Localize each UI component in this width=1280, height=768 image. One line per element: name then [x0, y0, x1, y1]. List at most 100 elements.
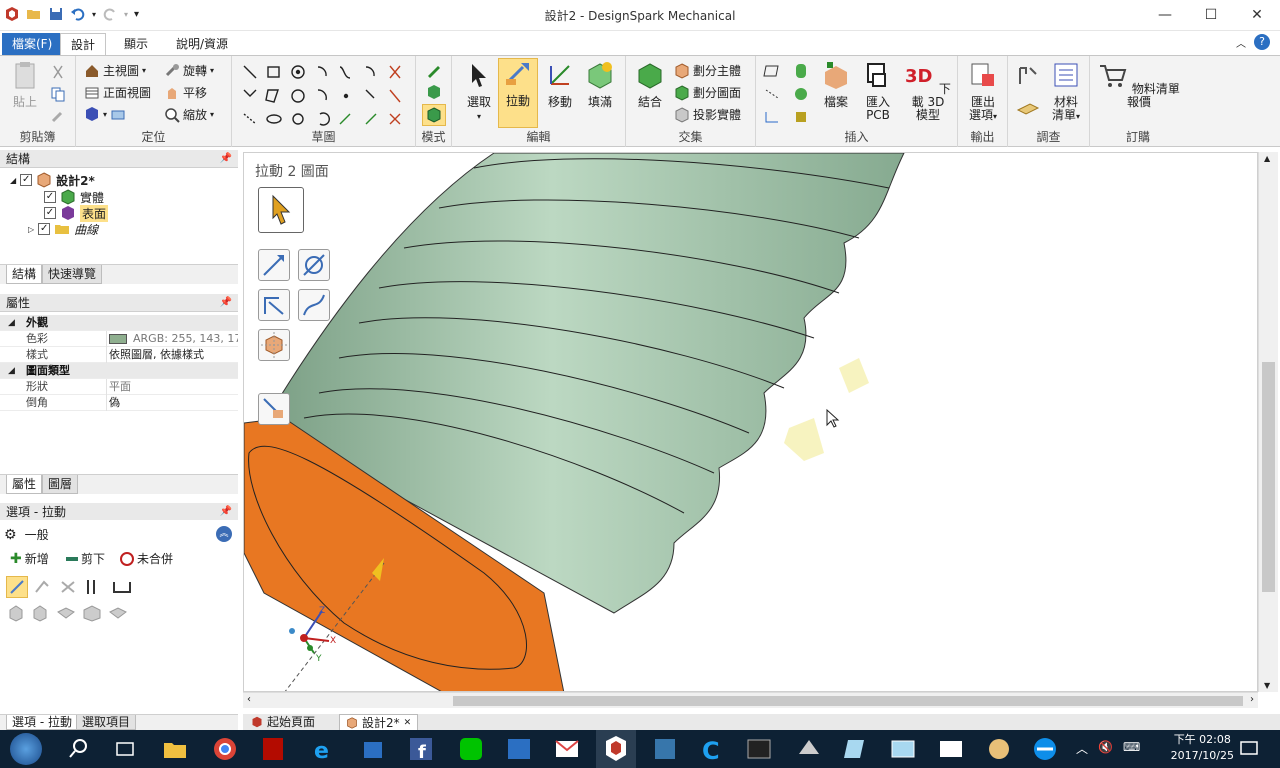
tree-item-solid[interactable]: ✓ 實體: [44, 189, 104, 205]
property-row-shape[interactable]: 形狀 平面: [0, 379, 238, 395]
property-row-chamfer[interactable]: 倒角 偽: [0, 395, 238, 411]
store-icon[interactable]: [358, 734, 388, 764]
vertical-scroll-thumb[interactable]: [1262, 362, 1275, 592]
tree-checkbox[interactable]: ✓: [44, 207, 56, 219]
tab-options-pull[interactable]: 選項 - 拉動: [6, 715, 78, 730]
cortana-c-icon[interactable]: C: [698, 734, 728, 764]
tree-checkbox[interactable]: ✓: [44, 191, 56, 203]
screen-app-icon[interactable]: [888, 734, 918, 764]
pivot-tool-button[interactable]: [298, 249, 330, 281]
collapse-icon[interactable]: ◢: [10, 176, 16, 185]
close-tab-icon[interactable]: ✕: [404, 715, 412, 731]
pin-icon[interactable]: 📌: [220, 294, 232, 312]
3d-viewport[interactable]: Z X Y 拉動 2 圖面: [243, 152, 1258, 692]
no-merge-option[interactable]: 未合併: [120, 550, 173, 567]
property-row-color[interactable]: 色彩 ARGB: 255, 143, 175: [0, 331, 238, 347]
collapse-section-icon[interactable]: ︽: [216, 526, 232, 542]
tab-help[interactable]: 說明/資源: [166, 33, 238, 55]
property-section[interactable]: ◢ 外觀: [0, 315, 238, 331]
display-cube-icon[interactable]: [84, 106, 100, 122]
add-option[interactable]: ✚ 新增: [10, 550, 49, 567]
bill-of-materials-button[interactable]: 材料 清單▾: [1046, 60, 1086, 128]
pull-option-icons[interactable]: [34, 578, 134, 596]
property-row-style[interactable]: 樣式 依照圖層, 依據樣式: [0, 347, 238, 363]
move-button[interactable]: 移動: [540, 60, 580, 128]
insert-shape-tools[interactable]: [762, 62, 814, 128]
python-icon[interactable]: [650, 734, 680, 764]
project-button[interactable]: 投影實體: [674, 106, 741, 123]
properties-icon[interactable]: [1016, 94, 1040, 118]
insert-file-button[interactable]: 檔案: [818, 60, 854, 128]
color-swatch[interactable]: [109, 334, 127, 344]
sweep-tool-button[interactable]: [298, 289, 330, 321]
tool-app-icon[interactable]: [794, 734, 824, 764]
close-button[interactable]: ✕: [1234, 0, 1280, 30]
snap-view-icon[interactable]: [110, 106, 126, 122]
tab-quick-nav[interactable]: 快速導覽: [42, 265, 103, 284]
pull-button[interactable]: 拉動: [498, 58, 538, 128]
scroll-right-icon[interactable]: ›: [1250, 694, 1254, 705]
horizontal-scroll-thumb[interactable]: [453, 696, 1243, 706]
copy-icon[interactable]: [50, 86, 66, 102]
calendar-icon[interactable]: [504, 734, 534, 764]
sketch-tools[interactable]: [240, 62, 410, 128]
video-app-icon[interactable]: [936, 734, 966, 764]
select-button[interactable]: 選取 ▾: [458, 60, 500, 128]
export-options-button[interactable]: 匯出 選項▾: [962, 60, 1004, 128]
tab-structure[interactable]: 結構: [6, 265, 43, 284]
sketch-mode-icon[interactable]: [426, 62, 442, 78]
doc-tab-start-page[interactable]: 起始頁面: [245, 714, 321, 730]
tree-checkbox[interactable]: ✓: [20, 174, 33, 186]
pin-icon[interactable]: 📌: [220, 503, 232, 521]
tree-checkbox[interactable]: ✓: [38, 223, 51, 235]
revolve-tool-button[interactable]: [258, 289, 290, 321]
tab-layers[interactable]: 圖層: [42, 475, 79, 494]
tab-display[interactable]: 顯示: [114, 33, 158, 55]
pan-button[interactable]: 平移: [164, 84, 207, 101]
scroll-left-icon[interactable]: ‹: [247, 694, 251, 705]
tab-design[interactable]: 設計: [60, 33, 107, 56]
paste-button[interactable]: 貼上: [6, 60, 44, 112]
line-icon[interactable]: [456, 734, 486, 764]
fill-button[interactable]: 填滿: [580, 60, 620, 128]
import-pcb-button[interactable]: 匯入 PCB: [858, 60, 898, 128]
maximize-button[interactable]: ☐: [1188, 0, 1234, 30]
direction-tool-button[interactable]: [258, 249, 290, 281]
tab-selection[interactable]: 選取項目: [76, 715, 137, 730]
designspark-taskbar-button[interactable]: [596, 730, 636, 768]
tab-file[interactable]: 檔案(F): [2, 33, 63, 55]
task-view-icon[interactable]: [110, 734, 140, 764]
paint-app-icon[interactable]: [984, 734, 1014, 764]
collapse-ribbon-icon[interactable]: ︿: [1236, 35, 1246, 50]
pull-direction-option[interactable]: [6, 576, 28, 598]
minimize-button[interactable]: —: [1142, 0, 1188, 30]
search-icon[interactable]: [64, 734, 94, 764]
scroll-up-icon[interactable]: ▲: [1264, 154, 1270, 163]
facebook-icon[interactable]: f: [406, 734, 436, 764]
keyboard-icon[interactable]: ⌨: [1123, 740, 1140, 757]
taskbar-clock[interactable]: 下午 02:08 2017/10/25: [1171, 732, 1234, 764]
horizontal-scrollbar[interactable]: ‹ ›: [243, 692, 1258, 708]
download-3d-model-button[interactable]: 3D 下載 3D 模型: [902, 60, 954, 128]
up-to-tool-button[interactable]: [258, 393, 290, 425]
rotate-button[interactable]: 旋轉 ▾: [164, 62, 214, 79]
measure-icon[interactable]: [1016, 64, 1040, 88]
tree-root[interactable]: ◢ ✓ 設計2*: [10, 172, 95, 188]
format-painter-icon[interactable]: [50, 108, 66, 124]
scroll-down-icon[interactable]: ▼: [1264, 681, 1270, 690]
start-icon[interactable]: [10, 733, 42, 765]
internet-explorer-icon[interactable]: e: [308, 734, 338, 764]
teamviewer-icon[interactable]: [1030, 734, 1060, 764]
gmail-icon[interactable]: [552, 734, 582, 764]
model-canvas[interactable]: Z X Y: [244, 153, 1258, 692]
pin-icon[interactable]: 📌: [220, 150, 232, 168]
notes-app-icon[interactable]: [840, 734, 870, 764]
acrobat-icon[interactable]: [258, 734, 288, 764]
split-body-button[interactable]: 劃分主體: [674, 62, 741, 79]
home-view-button[interactable]: 主視圖 ▾: [84, 62, 146, 79]
help-icon[interactable]: ?: [1254, 34, 1270, 50]
terminal-icon[interactable]: [744, 734, 774, 764]
chrome-icon[interactable]: [210, 734, 240, 764]
tree-item-surface[interactable]: ✓ 表面: [44, 204, 109, 222]
split-face-button[interactable]: 劃分圖面: [674, 84, 741, 101]
